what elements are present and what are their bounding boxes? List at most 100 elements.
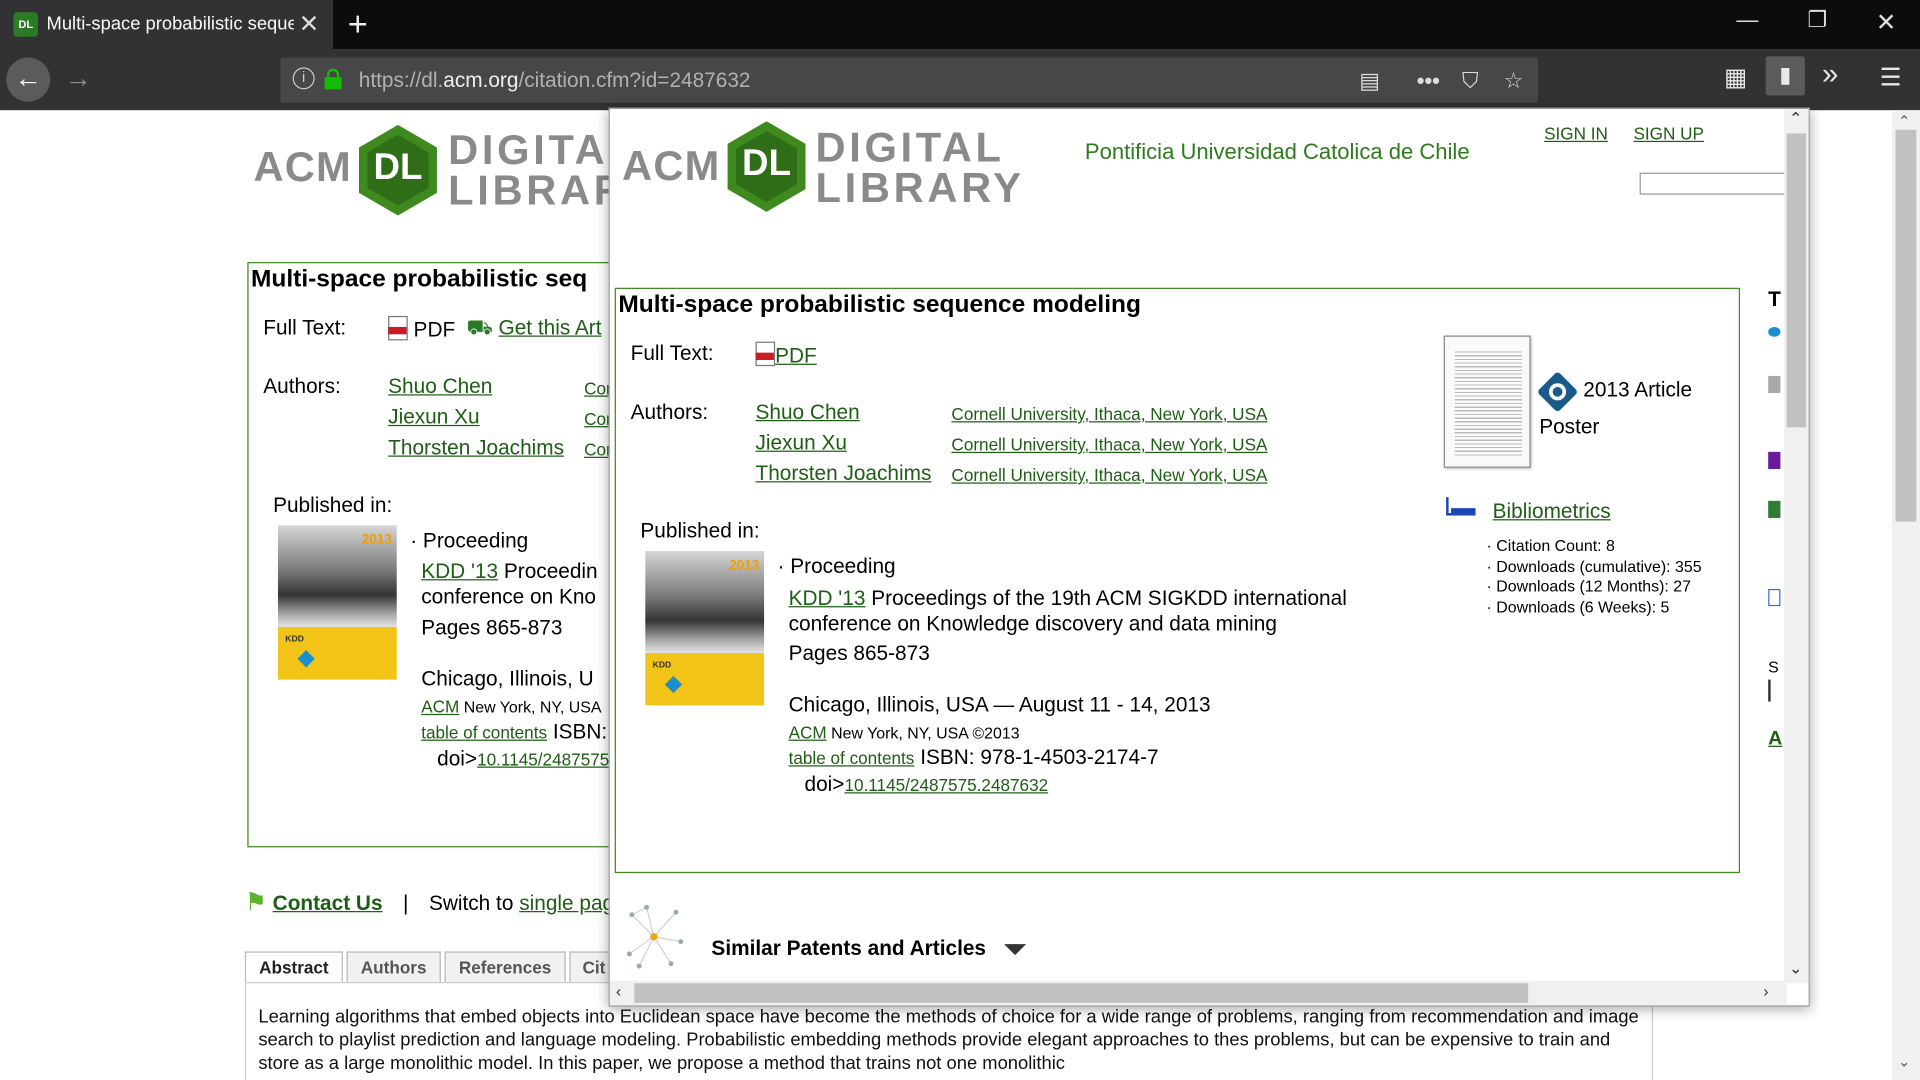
- network-graph-icon: [622, 900, 686, 973]
- bg-full-text-label: Full Text:: [263, 315, 347, 340]
- back-arrow-icon[interactable]: ←: [6, 57, 51, 102]
- library-grid-icon[interactable]: ▦: [1724, 62, 1747, 93]
- info-icon[interactable]: i: [292, 67, 315, 90]
- doi-line: doi>10.1145/2487575.2487632: [804, 772, 1049, 796]
- pocket-icon[interactable]: ⛉: [1462, 69, 1479, 95]
- scroll-up-icon[interactable]: ⌃: [1789, 109, 1802, 129]
- article-year: 2013 Article: [1583, 378, 1693, 402]
- scroll-right-icon[interactable]: ›: [1763, 982, 1768, 1000]
- affiliation-link[interactable]: Cornell University, Ithaca, New York, US…: [951, 435, 1267, 455]
- similar-articles-heading[interactable]: Similar Patents and Articles: [711, 937, 986, 961]
- search-input[interactable]: [1639, 172, 1799, 195]
- hamburger-menu-icon[interactable]: ☰: [1880, 62, 1902, 93]
- bibliometrics-link[interactable]: Bibliometrics: [1493, 500, 1611, 524]
- proceedings-cover-image[interactable]: 2013 KDD: [645, 551, 765, 706]
- contact-icon: ⚑: [244, 888, 267, 916]
- pdf-icon: [755, 341, 776, 367]
- downloads-6-weeks: · Downloads (6 Weeks): 5: [1486, 596, 1670, 616]
- author-link[interactable]: Jiexun Xu: [756, 431, 847, 455]
- bg-doi-link[interactable]: 10.1145/2487575: [477, 749, 609, 769]
- partial-column-icon: [1768, 588, 1781, 607]
- author-link[interactable]: Thorsten Joachims: [756, 462, 932, 486]
- url-text[interactable]: https://dl.acm.org/citation.cfm?id=24876…: [359, 69, 751, 93]
- tab-abstract[interactable]: Abstract: [244, 951, 343, 983]
- author-link[interactable]: Shuo Chen: [756, 400, 860, 424]
- partial-column-icon: [1768, 500, 1781, 518]
- lock-icon: [324, 68, 342, 90]
- forward-arrow-icon[interactable]: →: [65, 62, 92, 94]
- bg-published-in-label: Published in:: [273, 493, 393, 517]
- page-actions-icon[interactable]: •••: [1417, 69, 1440, 95]
- close-tab-icon[interactable]: ✕: [299, 9, 320, 40]
- scroll-down-icon[interactable]: ⌄: [1789, 959, 1802, 979]
- preview-popup: ACM DL DIGITAL LIBRARY Pontificia Univers…: [608, 107, 1810, 1007]
- partial-column-heading: T: [1768, 287, 1781, 312]
- toc-link[interactable]: table of contents: [789, 748, 915, 768]
- close-window-icon[interactable]: ✕: [1876, 7, 1897, 38]
- bg-author-link[interactable]: Shuo Chen: [388, 375, 492, 399]
- minimize-icon[interactable]: —: [1736, 7, 1758, 33]
- tab-title: Multi-space probabilistic seque: [46, 13, 294, 35]
- bg-publisher-link[interactable]: ACM: [421, 697, 459, 717]
- authors-label: Authors:: [630, 400, 709, 424]
- favicon-icon: DL: [13, 12, 38, 37]
- popup-vertical-scroll-thumb[interactable]: [1786, 133, 1807, 428]
- downloads-12-months: · Downloads (12 Months): 27: [1486, 576, 1691, 596]
- cart-icon: ⛟: [466, 315, 493, 340]
- pdf-link[interactable]: PDF: [755, 341, 817, 369]
- affiliation-link[interactable]: Cornell University, Ithaca, New York, US…: [951, 404, 1267, 424]
- bg-pages: Pages 865-873: [421, 615, 563, 640]
- browser-viewport: DL Multi-space probabilistic seque ✕ + —…: [0, 0, 1920, 1080]
- partial-column-link[interactable]: A: [1768, 729, 1782, 751]
- page-scrollbar-thumb[interactable]: [1895, 129, 1917, 522]
- scroll-left-icon[interactable]: ‹: [616, 982, 621, 1000]
- bg-conference-link[interactable]: KDD '13: [421, 560, 498, 583]
- contact-row: ⚑ Contact Us | Switch to single pag: [244, 888, 615, 916]
- popup-vertical-scrollbar[interactable]: ⌃ ⌄: [1784, 108, 1809, 984]
- bg-affiliation-link[interactable]: Cor: [584, 440, 612, 460]
- institution-name: Pontificia Universidad Catolica de Chile: [1084, 139, 1470, 165]
- doi-link[interactable]: 10.1145/2487575.2487632: [844, 775, 1048, 795]
- popup-horizontal-scrollbar[interactable]: ‹ ›: [609, 980, 1787, 1006]
- bg-pdf-link[interactable]: PDF: [388, 315, 455, 343]
- partial-column-icon: [1768, 375, 1781, 394]
- tab-references[interactable]: References: [444, 951, 566, 983]
- single-page-link[interactable]: single pag: [519, 891, 614, 914]
- bg-get-article-link[interactable]: ⛟ Get this Art: [467, 316, 602, 343]
- popup-horizontal-scroll-thumb[interactable]: [634, 983, 1529, 1003]
- expand-caret-icon[interactable]: [1004, 944, 1027, 956]
- bg-publisher-line: ACM New York, NY, USA: [421, 696, 602, 717]
- tab-authors[interactable]: Authors: [346, 951, 441, 983]
- reader-view-icon[interactable]: ▤: [1359, 69, 1380, 95]
- bg-affiliation-link[interactable]: Cor: [584, 409, 612, 429]
- browser-tab[interactable]: DL Multi-space probabilistic seque ✕: [0, 0, 334, 49]
- url-bar[interactable]: i https://dl.acm.org/citation.cfm?id=248…: [280, 57, 1538, 103]
- bookmark-star-icon[interactable]: ☆: [1504, 69, 1524, 95]
- scroll-up-icon[interactable]: ⌃: [1898, 113, 1910, 130]
- affiliation-link[interactable]: Cornell University, Ithaca, New York, US…: [951, 465, 1267, 485]
- restore-icon[interactable]: ❐: [1807, 7, 1827, 33]
- new-tab-icon[interactable]: +: [348, 5, 368, 44]
- switch-text: Switch to: [428, 891, 514, 915]
- bookmark-extension-icon[interactable]: ▮: [1765, 56, 1805, 96]
- contact-us-link[interactable]: Contact Us: [273, 891, 383, 914]
- article-type-icon: [1536, 371, 1579, 413]
- bg-author-link[interactable]: Jiexun Xu: [388, 405, 479, 429]
- sign-up-link[interactable]: SIGN UP: [1633, 124, 1704, 144]
- bg-author-link[interactable]: Thorsten Joachims: [388, 436, 564, 460]
- toc-line: table of contents ISBN: 978-1-4503-2174-…: [788, 745, 1159, 769]
- bibliometrics-stats: · Citation Count: 8 · Downloads (cumulat…: [1487, 536, 1702, 617]
- partial-column-text: S: [1768, 657, 1779, 676]
- page-scrollbar[interactable]: ⌃ ⌄: [1891, 110, 1920, 1080]
- published-in-label: Published in:: [640, 519, 760, 543]
- sign-in-link[interactable]: SIGN IN: [1544, 124, 1608, 144]
- publisher-line: ACM New York, NY, USA ©2013: [788, 722, 1020, 743]
- article-thumbnail-image[interactable]: [1443, 335, 1531, 468]
- publisher-link[interactable]: ACM: [789, 722, 827, 742]
- full-text-label: Full Text:: [630, 341, 714, 365]
- bg-toc-link[interactable]: table of contents: [421, 722, 547, 742]
- bg-affiliation-link[interactable]: Cor: [584, 378, 612, 398]
- conference-link[interactable]: KDD '13: [789, 587, 866, 610]
- overflow-menu-icon[interactable]: »: [1822, 58, 1838, 92]
- scroll-down-icon[interactable]: ⌄: [1898, 1053, 1910, 1070]
